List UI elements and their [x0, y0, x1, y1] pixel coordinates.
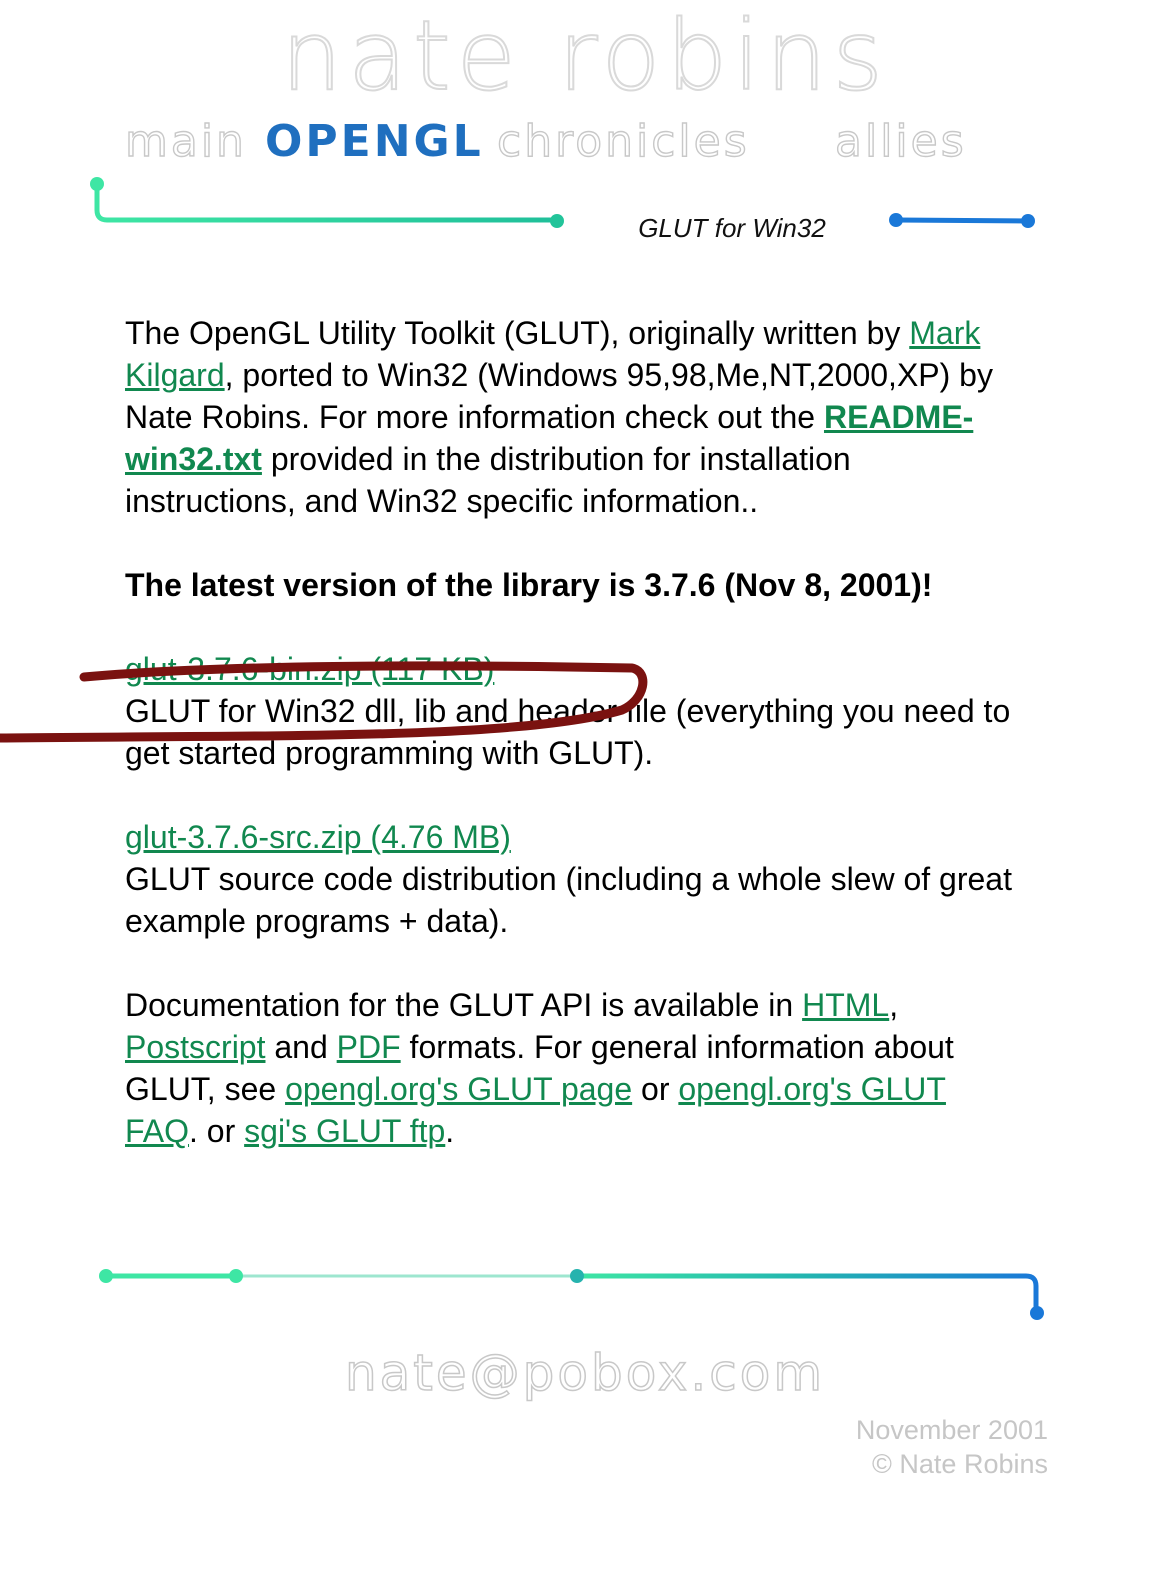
latest-version-notice: The latest version of the library is 3.7… — [125, 567, 933, 603]
download-bin-block: glut-3.7.6-bin.zip (117 KB) GLUT for Win… — [125, 648, 1015, 774]
footer-divider — [99, 1269, 1044, 1320]
download-src-link[interactable]: glut-3.7.6-src.zip (4.76 MB) — [125, 819, 511, 855]
download-bin-description: GLUT for Win32 dll, lib and header file … — [125, 693, 1011, 771]
page-subtitle: GLUT for Win32 — [638, 213, 826, 243]
docs-text: and — [265, 1029, 337, 1065]
docs-text: , — [889, 987, 899, 1023]
docs-text: . — [445, 1113, 455, 1149]
postscript-docs-link[interactable]: Postscript — [125, 1029, 265, 1065]
main-content: The OpenGL Utility Toolkit (GLUT), origi… — [125, 312, 1015, 1152]
footer-copyright: © Nate Robins — [872, 1449, 1048, 1479]
download-src-block: glut-3.7.6-src.zip (4.76 MB) GLUT source… — [125, 816, 1015, 942]
docs-text: . or — [189, 1113, 245, 1149]
sgi-ftp-link[interactable]: sgi's GLUT ftp — [244, 1113, 445, 1149]
download-bin-link[interactable]: glut-3.7.6-bin.zip (117 KB) — [125, 651, 494, 687]
intro-paragraph: The OpenGL Utility Toolkit (GLUT), origi… — [125, 312, 1015, 522]
contact-email-link[interactable]: nate@pobox.com — [0, 1343, 1170, 1403]
glut-page-link[interactable]: opengl.org's GLUT page — [285, 1071, 632, 1107]
docs-text: Documentation for the GLUT API is availa… — [125, 987, 803, 1023]
docs-text: or — [632, 1071, 679, 1107]
header-divider-right — [889, 213, 1035, 228]
html-docs-link[interactable]: HTML — [802, 987, 889, 1023]
footer-meta: November 2001 © Nate Robins — [856, 1413, 1048, 1481]
footer-date: November 2001 — [855, 1415, 1048, 1445]
intro-text: The OpenGL Utility Toolkit (GLUT), origi… — [125, 315, 910, 351]
docs-paragraph: Documentation for the GLUT API is availa… — [125, 984, 1015, 1152]
download-src-description: GLUT source code distribution (including… — [125, 861, 1012, 939]
header-divider-left — [90, 177, 564, 228]
pdf-docs-link[interactable]: PDF — [337, 1029, 401, 1065]
